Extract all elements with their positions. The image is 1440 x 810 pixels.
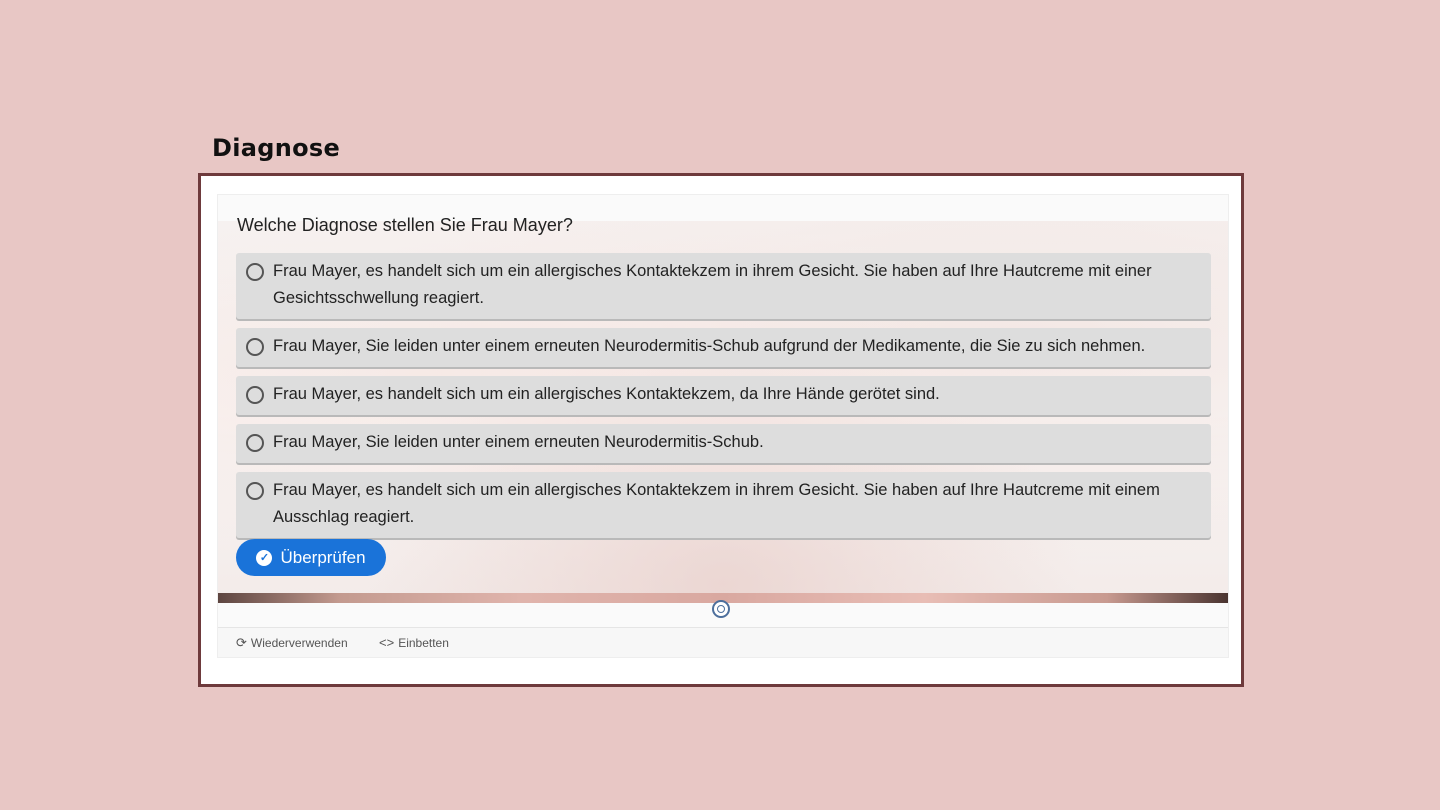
answer-option-label: Frau Mayer, Sie leiden unter einem erneu… [273, 337, 1146, 355]
answer-option-2[interactable]: Frau Mayer, Sie leiden unter einem erneu… [236, 328, 1211, 367]
quiz-container: Welche Diagnose stellen Sie Frau Mayer? … [217, 194, 1229, 658]
answer-option-1[interactable]: Frau Mayer, es handelt sich um ein aller… [236, 253, 1211, 319]
answer-option-3[interactable]: Frau Mayer, es handelt sich um ein aller… [236, 376, 1211, 415]
radio-icon[interactable] [246, 338, 264, 356]
embed-link[interactable]: <> Einbetten [379, 635, 449, 650]
answer-option-label: Frau Mayer, es handelt sich um ein aller… [273, 262, 1152, 307]
radio-icon[interactable] [246, 482, 264, 500]
radio-icon[interactable] [246, 386, 264, 404]
answer-option-label: Frau Mayer, es handelt sich um ein aller… [273, 481, 1160, 526]
reuse-label: Wiederverwenden [250, 636, 348, 650]
answer-option-5[interactable]: Frau Mayer, es handelt sich um ein aller… [236, 472, 1211, 538]
target-icon[interactable] [712, 600, 730, 618]
embed-label: Einbetten [398, 635, 449, 650]
answer-option-label: Frau Mayer, Sie leiden unter einem erneu… [273, 433, 764, 451]
code-icon: <> [379, 635, 395, 650]
check-answer-label: Überprüfen [280, 547, 366, 567]
embedded-frame: Welche Diagnose stellen Sie Frau Mayer? … [198, 173, 1244, 687]
answer-option-label: Frau Mayer, es handelt sich um ein aller… [273, 385, 940, 403]
check-answer-button[interactable]: ✓ Überprüfen [236, 539, 386, 576]
answer-option-4[interactable]: Frau Mayer, Sie leiden unter einem erneu… [236, 424, 1211, 463]
radio-icon[interactable] [246, 263, 264, 281]
refresh-icon: ⟳ [236, 635, 247, 650]
question-text: Welche Diagnose stellen Sie Frau Mayer? [237, 215, 573, 235]
reuse-link[interactable]: ⟳ Wiederverwenden [236, 635, 348, 651]
quiz-footer: ⟳ Wiederverwenden <> Einbetten [218, 627, 1228, 657]
answer-options: Frau Mayer, es handelt sich um ein aller… [236, 253, 1211, 547]
slide-title: Diagnose [212, 134, 341, 162]
radio-icon[interactable] [246, 434, 264, 452]
check-circle-icon: ✓ [256, 549, 273, 566]
